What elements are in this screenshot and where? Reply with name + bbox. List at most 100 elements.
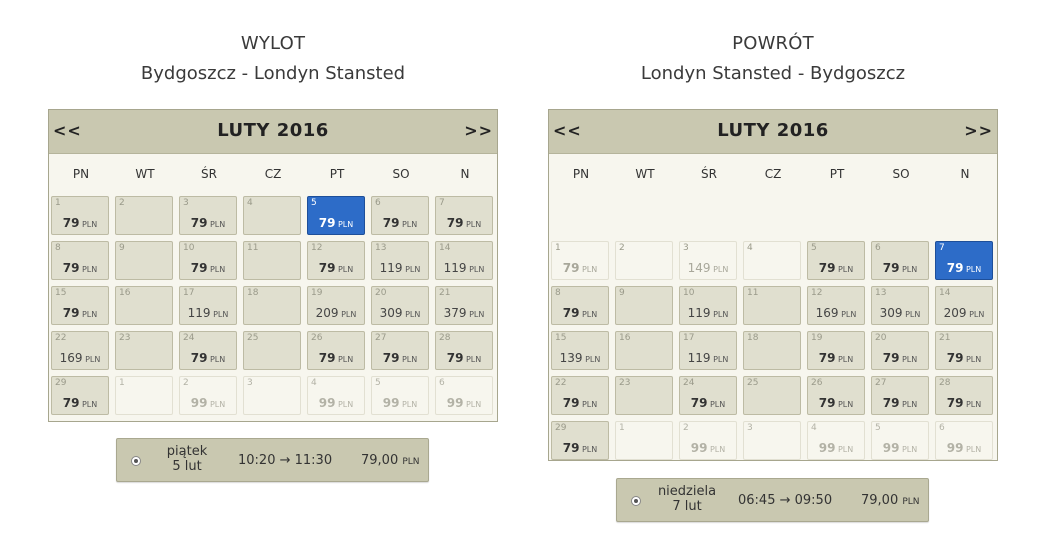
day-cell[interactable]: 26 79 PLN [807,376,865,415]
day-cell[interactable]: 17 119 PLN [679,331,737,370]
day-cell[interactable]: 5 99 PLN [371,376,429,415]
day-cell[interactable]: 8 79 PLN [51,241,109,280]
price-currency: PLN [399,220,418,229]
next-month-button[interactable]: >> [964,121,993,140]
day-cell[interactable]: 21 379 PLN [435,286,493,325]
day-price: 309 PLN [872,306,928,320]
day-cell: 18 [243,286,301,325]
day-cell[interactable]: 27 79 PLN [371,331,429,370]
day-cell[interactable]: 1 79 PLN [51,196,109,235]
day-cell[interactable]: 6 79 PLN [871,241,929,280]
return-flight-option[interactable]: niedziela 7 lut 06:45 → 09:50 79,00 PLN [616,478,929,522]
day-number: 21 [939,333,951,343]
price-value: 79 [190,261,208,275]
day-cell[interactable]: 3 79 PLN [179,196,237,235]
day-cell[interactable]: 19 79 PLN [807,331,865,370]
day-cell[interactable]: 27 79 PLN [871,376,929,415]
day-cell[interactable]: 15 79 PLN [51,286,109,325]
day-price: 99 PLN [308,396,364,410]
day-cell[interactable]: 24 79 PLN [679,376,737,415]
day-cell[interactable]: 7 79 PLN [435,196,493,235]
day-cell[interactable]: 20 79 PLN [871,331,929,370]
day-cell[interactable]: 14 119 PLN [435,241,493,280]
day-cell[interactable]: 4 99 PLN [807,421,865,460]
day-cell[interactable]: 26 79 PLN [307,331,365,370]
day-cell[interactable]: 6 99 PLN [935,421,993,460]
day-cell[interactable]: 3 149 PLN [679,241,737,280]
day-cell[interactable]: 6 79 PLN [371,196,429,235]
price-value: 79 [882,351,900,365]
day-cell[interactable]: 8 79 PLN [551,286,609,325]
day-price: 79 PLN [936,396,992,410]
day-cell[interactable]: 17 119 PLN [179,286,237,325]
flight-radio[interactable] [631,496,641,506]
day-cell[interactable]: 12 79 PLN [307,241,365,280]
day-price: 149 PLN [680,261,736,275]
outbound-flight-option[interactable]: piątek 5 lut 10:20 → 11:30 79,00 PLN [116,438,429,482]
price-value: 119 [687,306,711,320]
price-currency: PLN [79,310,98,319]
next-month-button[interactable]: >> [464,121,493,140]
price-currency: PLN [207,220,226,229]
day-number: 27 [875,378,887,388]
day-number: 14 [439,243,451,253]
day-price: 79 PLN [808,351,864,365]
outbound-calendar: << LUTY 2016 >> PN WT ŚR CZ PT SO N 1 79 … [48,109,498,422]
day-cell[interactable]: 2 99 PLN [679,421,737,460]
day-cell[interactable]: 7 79 PLN [935,241,993,280]
day-cell[interactable]: 29 79 PLN [51,376,109,415]
price-currency: PLN [579,310,598,319]
price-value: 139 [559,351,583,365]
day-number: 12 [811,288,823,298]
day-cell[interactable]: 2 99 PLN [179,376,237,415]
price-currency: PLN [707,445,726,454]
day-number: 3 [683,243,689,253]
day-cell[interactable]: 19 209 PLN [307,286,365,325]
day-cell[interactable]: 29 79 PLN [551,421,609,460]
day-cell[interactable]: 21 79 PLN [935,331,993,370]
weekday-label: ŚR [701,167,717,181]
day-cell[interactable]: 13 119 PLN [371,241,429,280]
day-cell[interactable]: 5 99 PLN [871,421,929,460]
day-price: 79 PLN [308,261,364,275]
price-value: 149 [687,261,711,275]
day-number: 7 [939,243,945,253]
day-cell[interactable]: 4 99 PLN [307,376,365,415]
day-cell[interactable]: 5 79 PLN [307,196,365,235]
day-cell[interactable]: 6 99 PLN [435,376,493,415]
day-cell[interactable]: 14 209 PLN [935,286,993,325]
day-number: 13 [375,243,387,253]
day-cell[interactable]: 15 139 PLN [551,331,609,370]
day-cell[interactable]: 22 79 PLN [551,376,609,415]
day-cell[interactable]: 13 309 PLN [871,286,929,325]
price-currency: PLN [835,445,854,454]
weekday-label: CZ [264,167,282,181]
day-cell: 16 [115,286,173,325]
day-number: 2 [119,198,125,208]
day-number: 28 [939,378,951,388]
price-currency: PLN [963,355,982,364]
day-cell[interactable]: 24 79 PLN [179,331,237,370]
day-cell[interactable]: 28 79 PLN [935,376,993,415]
day-price: 79 PLN [872,396,928,410]
price-value: 79 [318,261,336,275]
weekday-label: N [960,167,970,181]
day-cell: 1 [615,421,673,460]
day-number: 7 [439,198,445,208]
day-number: 6 [875,243,881,253]
day-number: 8 [555,288,561,298]
price-currency: PLN [399,355,418,364]
day-cell[interactable]: 5 79 PLN [807,241,865,280]
price-value: 99 [190,396,208,410]
day-cell[interactable]: 10 79 PLN [179,241,237,280]
day-cell[interactable]: 12 169 PLN [807,286,865,325]
day-cell[interactable]: 22 169 PLN [51,331,109,370]
weekday-label: ŚR [201,167,217,181]
day-cell[interactable]: 28 79 PLN [435,331,493,370]
day-cell[interactable]: 1 79 PLN [551,241,609,280]
flight-radio[interactable] [131,456,141,466]
day-cell[interactable]: 10 119 PLN [679,286,737,325]
price-value: 309 [379,306,403,320]
day-cell[interactable]: 20 309 PLN [371,286,429,325]
price-currency: PLN [963,445,982,454]
